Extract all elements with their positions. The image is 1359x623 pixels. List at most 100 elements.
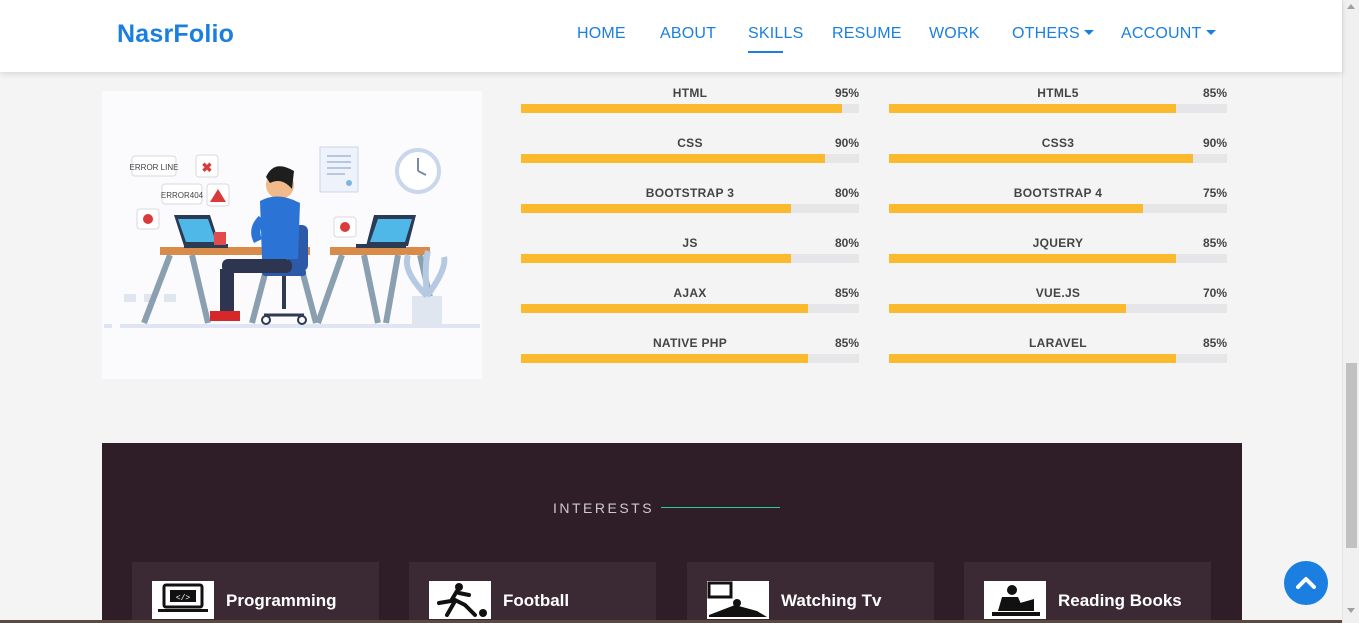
skill-name: JS xyxy=(682,236,698,250)
back-to-top-button[interactable] xyxy=(1284,561,1328,605)
skill-progress-fill xyxy=(889,104,1177,113)
skill-name: CSS3 xyxy=(1041,136,1075,150)
interest-card-reading-books: Reading Books xyxy=(964,562,1211,623)
caret-down-icon xyxy=(1083,30,1094,35)
skill-name: LARAVEL xyxy=(1029,336,1087,350)
navbar: NasrFolio HOME ABOUT SKILLS RESUME WORK … xyxy=(0,0,1342,72)
interest-label: Football xyxy=(503,591,570,610)
skill-percent: 85% xyxy=(1202,86,1227,100)
tv-watching-icon xyxy=(707,581,769,619)
svg-text:ERROR404: ERROR404 xyxy=(161,191,204,200)
skill-item: LARAVEL 85% xyxy=(889,336,1227,376)
title-accent-line xyxy=(661,507,780,508)
football-player-icon xyxy=(429,581,491,619)
skill-percent: 70% xyxy=(1202,286,1227,300)
skill-percent: 80% xyxy=(834,236,859,250)
skill-progress-fill xyxy=(889,254,1177,263)
monitor-code-icon: </> xyxy=(152,581,214,619)
interest-label: Programming xyxy=(226,591,337,610)
skill-progress-track xyxy=(889,154,1227,163)
svg-text:✖: ✖ xyxy=(202,160,213,175)
developer-desk-image: ERROR LINE ERROR404 ✖ xyxy=(104,146,480,328)
skill-progress-fill xyxy=(521,154,826,163)
scroll-up-arrow-icon[interactable] xyxy=(1347,4,1355,9)
skill-item: AJAX 85% xyxy=(521,286,859,326)
skill-name: NATIVE PHP xyxy=(652,336,728,350)
skill-percent: 90% xyxy=(834,136,859,150)
nav-account-dropdown[interactable]: ACCOUNT xyxy=(1121,25,1216,43)
page-scrollbar[interactable] xyxy=(1342,0,1359,623)
nav-others-dropdown[interactable]: OTHERS xyxy=(1012,25,1094,43)
skill-progress-fill xyxy=(889,204,1143,213)
skill-item: HTML 95% xyxy=(521,86,859,126)
skill-name: BOOTSTRAP 3 xyxy=(645,186,735,200)
nav-skills[interactable]: SKILLS xyxy=(748,25,803,43)
interest-card-programming: </> Programming xyxy=(132,562,379,623)
skill-progress-track xyxy=(521,154,859,163)
skill-name: CSS xyxy=(677,136,703,150)
skill-progress-track xyxy=(521,104,859,113)
skill-progress-track xyxy=(889,204,1227,213)
skill-progress-fill xyxy=(521,104,843,113)
skill-name: JQUERY xyxy=(1032,236,1084,250)
interests-title: INTERESTS xyxy=(553,500,655,516)
skill-percent: 90% xyxy=(1202,136,1227,150)
nav-home[interactable]: HOME xyxy=(577,25,626,43)
skill-percent: 95% xyxy=(834,86,859,100)
nav-resume[interactable]: RESUME xyxy=(832,25,902,43)
skill-progress-fill xyxy=(521,254,792,263)
skill-item: CSS 90% xyxy=(521,136,859,176)
skill-progress-track xyxy=(521,204,859,213)
skill-progress-track xyxy=(521,354,859,363)
skill-percent: 85% xyxy=(834,336,859,350)
skill-name: HTML5 xyxy=(1037,86,1079,100)
nav-active-indicator xyxy=(748,51,783,53)
skill-item: HTML5 85% xyxy=(889,86,1227,126)
skill-progress-fill xyxy=(521,304,809,313)
skill-progress-track xyxy=(889,304,1227,313)
developer-illustration: ERROR LINE ERROR404 ✖ xyxy=(102,91,482,379)
reading-icon xyxy=(984,581,1046,619)
nav-about[interactable]: ABOUT xyxy=(660,25,716,43)
skill-progress-track xyxy=(521,304,859,313)
interests-section: INTERESTS </> Programming Football Watch… xyxy=(102,443,1242,623)
skill-item: NATIVE PHP 85% xyxy=(521,336,859,376)
svg-text:ERROR LINE: ERROR LINE xyxy=(130,163,179,172)
skill-item: VUE.JS 70% xyxy=(889,286,1227,326)
skill-item: CSS3 90% xyxy=(889,136,1227,176)
skill-name: AJAX xyxy=(673,286,707,300)
scroll-thumb[interactable] xyxy=(1346,363,1357,548)
skill-item: JQUERY 85% xyxy=(889,236,1227,276)
skill-progress-track xyxy=(521,254,859,263)
skill-item: BOOTSTRAP 4 75% xyxy=(889,186,1227,226)
skill-percent: 80% xyxy=(834,186,859,200)
chevron-up-icon xyxy=(1296,577,1316,589)
svg-text:</>: </> xyxy=(176,594,191,603)
skill-percent: 75% xyxy=(1202,186,1227,200)
skill-item: BOOTSTRAP 3 80% xyxy=(521,186,859,226)
interest-card-football: Football xyxy=(409,562,656,623)
skill-progress-track xyxy=(889,354,1227,363)
skill-name: HTML xyxy=(672,86,708,100)
skill-progress-track xyxy=(889,104,1227,113)
interest-label: Watching Tv xyxy=(781,591,882,610)
skill-progress-fill xyxy=(889,304,1126,313)
skill-percent: 85% xyxy=(1202,236,1227,250)
skill-percent: 85% xyxy=(834,286,859,300)
skill-name: VUE.JS xyxy=(1035,286,1081,300)
caret-down-icon xyxy=(1205,30,1216,35)
interest-label: Reading Books xyxy=(1058,591,1182,610)
nav-others-label: OTHERS xyxy=(1012,25,1080,42)
skill-progress-fill xyxy=(521,354,809,363)
skill-progress-fill xyxy=(889,354,1177,363)
nav-work[interactable]: WORK xyxy=(929,25,980,43)
skill-percent: 85% xyxy=(1202,336,1227,350)
skill-progress-fill xyxy=(521,204,792,213)
skill-progress-track xyxy=(889,254,1227,263)
brand-logo[interactable]: NasrFolio xyxy=(117,20,234,49)
skill-item: JS 80% xyxy=(521,236,859,276)
scroll-down-arrow-icon[interactable] xyxy=(1347,608,1355,613)
interest-card-watching-tv: Watching Tv xyxy=(687,562,934,623)
skill-name: BOOTSTRAP 4 xyxy=(1013,186,1103,200)
skill-progress-fill xyxy=(889,154,1194,163)
